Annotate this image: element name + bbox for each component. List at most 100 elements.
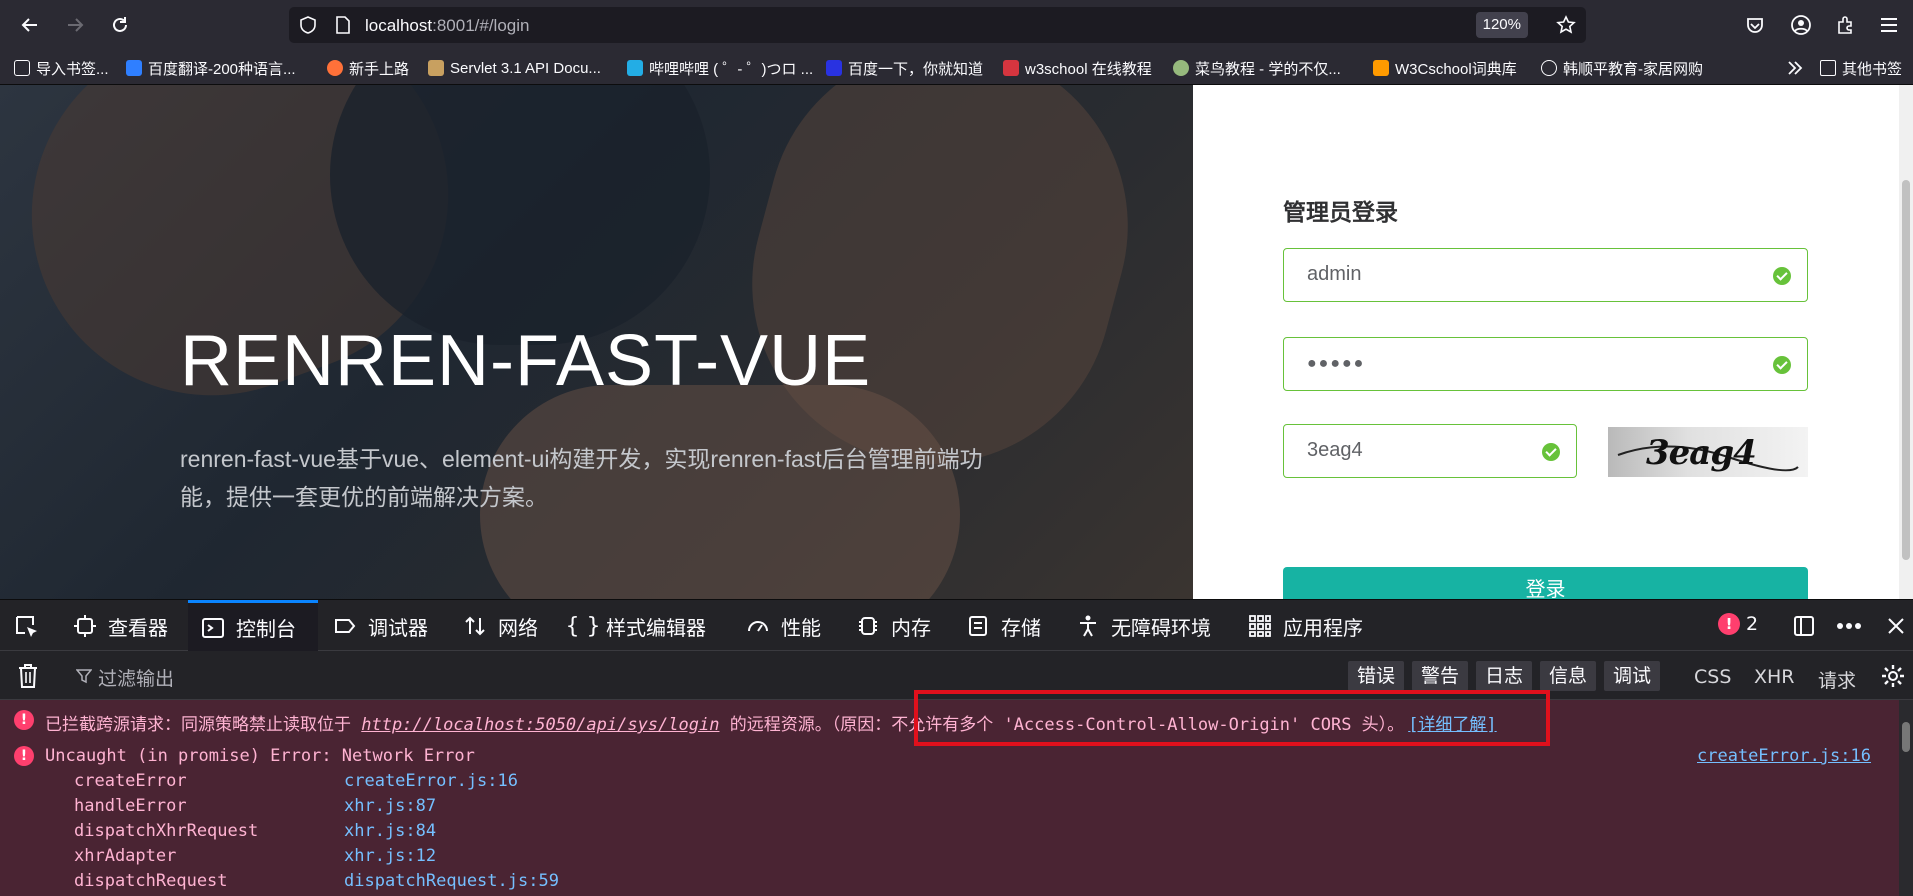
accessibility-icon [1075, 613, 1101, 639]
page-icon[interactable] [335, 16, 351, 34]
chevron-right-icon[interactable] [1786, 60, 1804, 76]
folder-icon [1820, 60, 1836, 76]
tab-application[interactable]: 应用程序 [1247, 600, 1363, 652]
back-button[interactable] [16, 11, 44, 39]
filter-css-toggle[interactable]: CSS [1694, 666, 1731, 688]
trash-icon[interactable] [16, 663, 40, 689]
page-scrollbar[interactable] [1899, 85, 1913, 599]
filter-debug-button[interactable]: 调试 [1604, 661, 1661, 691]
servlet-icon [428, 60, 444, 76]
password-field[interactable]: ●●●●● [1283, 337, 1808, 391]
scrollbar-thumb[interactable] [1902, 722, 1910, 752]
menu-icon[interactable] [1879, 16, 1899, 34]
url-bar[interactable]: localhost:8001/#/login 120% [289, 7, 1586, 43]
bookmarks-bar: 导入书签... 百度翻译-200种语言... 新手上路 Servlet 3.1 … [0, 50, 1913, 85]
username-field[interactable]: admin [1283, 248, 1808, 302]
firefox-icon [327, 60, 343, 76]
bookmark-item[interactable]: 其他书签 [1820, 57, 1902, 79]
more-options-icon[interactable] [1836, 622, 1862, 630]
tab-network[interactable]: 网络 [462, 600, 538, 652]
bookmark-item[interactable]: 百度一下，你就知道 [826, 57, 983, 79]
bookmark-item[interactable]: 导入书签... [14, 57, 109, 79]
console-scrollbar[interactable] [1899, 700, 1913, 896]
stack-frame: dispatchRequest [74, 871, 228, 891]
bookmark-item[interactable]: 百度翻译-200种语言... [126, 57, 296, 79]
bookmark-item[interactable]: 哔哩哔哩 ( ゜- ゜)つロ ... [627, 57, 813, 79]
devtools-tabbar: 查看器 控制台 调试器 网络 { } 样式编辑器 性能 内存 存储 无障碍环境 应… [0, 599, 1913, 652]
highlight-box [914, 690, 1550, 746]
tab-performance[interactable]: 性能 [745, 600, 821, 652]
back-arrow-icon [21, 18, 37, 32]
page-viewport: RENREN-FAST-VUE renren-fast-vue基于vue、ele… [0, 85, 1913, 599]
error-icon: ! [1718, 613, 1740, 635]
tab-memory[interactable]: 内存 [855, 600, 931, 652]
bookmark-item[interactable]: 新手上路 [327, 57, 409, 79]
login-button[interactable]: 登录 [1283, 567, 1808, 599]
cors-request-url[interactable]: http://localhost:5050/api/sys/login [361, 715, 719, 735]
storage-icon [965, 613, 991, 639]
bookmark-item[interactable]: 菜鸟教程 - 学的不仅... [1173, 57, 1341, 79]
reload-button[interactable] [106, 11, 134, 39]
import-icon [14, 60, 30, 76]
stack-frame: createError [74, 771, 187, 791]
filter-warnings-button[interactable]: 警告 [1412, 661, 1469, 691]
filter-requests-toggle[interactable]: 请求 [1818, 666, 1856, 693]
tab-console[interactable]: 控制台 [188, 600, 318, 652]
tab-debugger[interactable]: 调试器 [332, 600, 428, 652]
zoom-badge[interactable]: 120% [1475, 12, 1528, 38]
shield-icon[interactable] [299, 16, 317, 34]
filter-logs-button[interactable]: 日志 [1476, 661, 1533, 691]
error-icon: ! [14, 746, 34, 766]
stack-frame: xhrAdapter [74, 846, 177, 866]
stack-frame-source[interactable]: xhr.js:84 [344, 821, 436, 841]
extensions-icon[interactable] [1835, 15, 1855, 35]
tab-accessibility[interactable]: 无障碍环境 [1075, 600, 1211, 652]
captcha-field[interactable]: 3eag4 [1283, 424, 1577, 478]
scrollbar-thumb[interactable] [1902, 180, 1910, 560]
hero-background: RENREN-FAST-VUE renren-fast-vue基于vue、ele… [0, 85, 1193, 599]
filter-xhr-toggle[interactable]: XHR [1754, 666, 1795, 688]
pocket-icon[interactable] [1745, 15, 1765, 35]
element-picker-icon[interactable] [14, 614, 40, 640]
stack-frame-source[interactable]: createError.js:16 [344, 771, 518, 791]
stack-frame-source[interactable]: xhr.js:12 [344, 846, 436, 866]
tab-inspector[interactable]: 查看器 [72, 600, 168, 652]
error-counter[interactable]: ! 2 [1718, 613, 1758, 635]
close-icon[interactable] [1886, 616, 1906, 636]
gear-icon[interactable] [1880, 663, 1906, 689]
baidu-icon [826, 60, 842, 76]
filter-errors-button[interactable]: 错误 [1348, 661, 1405, 691]
bilibili-icon [627, 60, 643, 76]
stack-frame: handleError [74, 796, 187, 816]
filter-input[interactable]: 过滤输出 [98, 664, 174, 691]
tab-storage[interactable]: 存储 [965, 600, 1041, 652]
stack-frame-source[interactable]: dispatchRequest.js:59 [344, 871, 559, 891]
captcha-image[interactable]: 3eag4 [1608, 427, 1808, 477]
bookmark-star-icon[interactable] [1556, 15, 1576, 35]
memory-icon [855, 613, 881, 639]
debugger-icon [332, 613, 358, 639]
account-icon[interactable] [1790, 14, 1812, 36]
style-editor-icon: { } [565, 613, 601, 639]
inspector-icon [72, 613, 98, 639]
bookmark-item[interactable]: w3school 在线教程 [1003, 57, 1152, 79]
filter-info-button[interactable]: 信息 [1540, 661, 1597, 691]
check-circle-icon [1773, 356, 1791, 374]
error-source-link[interactable]: createError.js:16 [1697, 746, 1871, 766]
bookmark-item[interactable]: Servlet 3.1 API Docu... [428, 57, 601, 79]
performance-icon [745, 613, 771, 639]
stack-frame-source[interactable]: xhr.js:87 [344, 796, 436, 816]
forward-button[interactable] [61, 11, 89, 39]
console-icon [200, 615, 226, 641]
network-error-message[interactable]: Uncaught (in promise) Error: Network Err… [45, 746, 475, 766]
runoob-icon [1173, 60, 1189, 76]
url-text[interactable]: localhost:8001/#/login [365, 16, 529, 36]
bookmark-item[interactable]: 韩顺平教育-家居网购 [1541, 57, 1703, 79]
forward-arrow-icon [68, 18, 84, 32]
login-title: 管理员登录 [1283, 200, 1398, 226]
bookmark-item[interactable]: W3Cschool词典库 [1373, 57, 1517, 79]
tab-style-editor[interactable]: { } 样式编辑器 [565, 600, 707, 652]
dock-icon[interactable] [1792, 614, 1816, 638]
application-icon [1247, 613, 1273, 639]
network-icon [462, 613, 488, 639]
